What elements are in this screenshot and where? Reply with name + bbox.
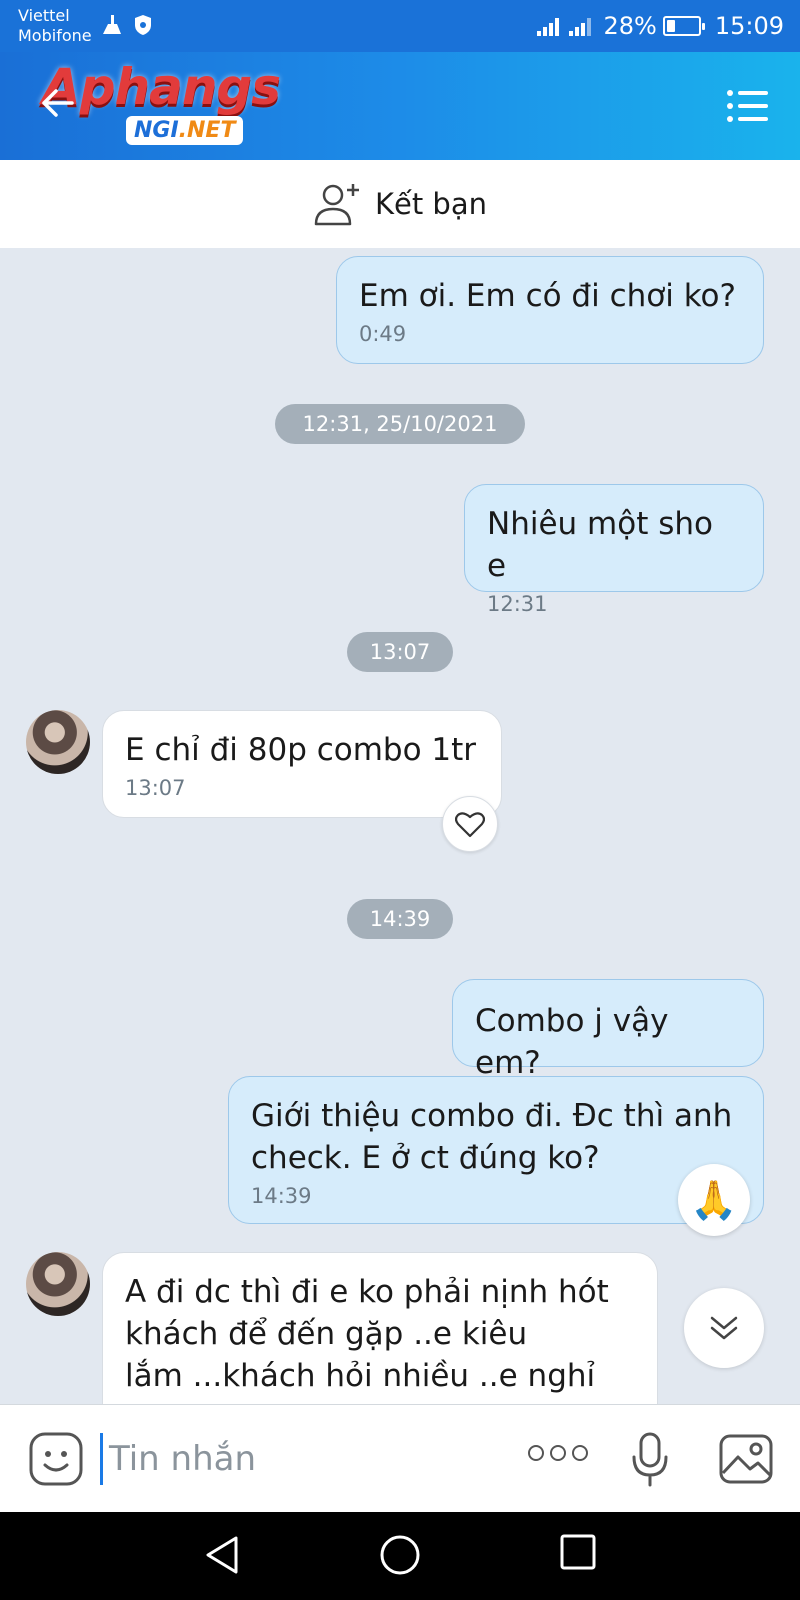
message-text: Em ơi. Em có đi chơi ko?: [359, 278, 736, 314]
add-friend-bar[interactable]: Kết bạn: [0, 160, 800, 248]
carrier-2: Mobifone: [18, 26, 92, 45]
sticker-icon[interactable]: [28, 1431, 84, 1487]
time-divider: 14:39: [347, 899, 453, 939]
app-header: Aphangs NGI.NET: [0, 52, 800, 160]
message-time: 14:39: [251, 1184, 312, 1208]
pray-reaction-icon[interactable]: 🙏: [678, 1164, 750, 1236]
message-time: 13:07: [125, 776, 186, 800]
system-nav-bar: [0, 1512, 800, 1600]
nav-back-icon[interactable]: [202, 1534, 242, 1576]
notification-icons: [100, 14, 152, 36]
more-icon[interactable]: [528, 1445, 588, 1461]
avatar[interactable]: [26, 710, 90, 774]
date-divider: 12:31, 25/10/2021: [275, 404, 525, 444]
signal-1-icon: [537, 16, 560, 36]
avatar[interactable]: [26, 1252, 90, 1316]
arrow-left-icon[interactable]: [40, 88, 74, 118]
carrier-1: Viettel: [18, 6, 70, 25]
clock: 15:09: [714, 12, 784, 40]
photo-icon[interactable]: [718, 1433, 774, 1485]
message-incoming[interactable]: A đi dc thì đi e ko phải nịnh hót khách …: [102, 1252, 658, 1404]
app-logo: Aphangs NGI.NET: [42, 58, 282, 148]
message-time: 0:49: [359, 322, 407, 346]
heart-react-button[interactable]: [442, 796, 498, 852]
time-divider: 13:07: [347, 632, 453, 672]
status-bar: Viettel Mobifone 28% 15:09: [0, 0, 800, 52]
battery-icon: [662, 16, 705, 36]
message-text-line-2: khách để đến gặp ..e kiêu: [125, 1316, 528, 1352]
message-input[interactable]: Tin nhắn: [100, 1433, 480, 1485]
message-outgoing[interactable]: Combo j vậy em?: [452, 979, 764, 1081]
menu-icon[interactable]: [726, 88, 770, 124]
microphone-icon[interactable]: [630, 1431, 670, 1489]
message-text-line-1: A đi dc thì đi e ko phải nịnh hót: [125, 1274, 609, 1310]
logo-text: Aphangs: [42, 58, 281, 116]
cleaner-icon: [103, 15, 121, 34]
message-incoming[interactable]: E chỉ đi 80p combo 1tr 13:07: [102, 710, 502, 818]
message-outgoing[interactable]: Nhiêu một sho e 12:31: [464, 484, 764, 616]
message-time: 12:31: [487, 592, 548, 616]
message-text-line-3: lắm ...khách hỏi nhiều ..e nghỉ nt: [125, 1358, 596, 1404]
scroll-down-button[interactable]: [684, 1288, 764, 1368]
nav-home-icon[interactable]: [379, 1534, 421, 1576]
signal-2-icon: [569, 16, 592, 36]
message-text: E chỉ đi 80p combo 1tr: [125, 732, 477, 768]
add-user-icon: [314, 184, 359, 226]
logo-badge: NGI.NET: [126, 116, 244, 145]
carrier-info: Viettel Mobifone: [18, 6, 92, 46]
shield-icon: [135, 15, 151, 35]
message-outgoing[interactable]: Em ơi. Em có đi chơi ko? 0:49: [336, 256, 764, 364]
message-text-line-2: check. E ở ct đúng ko?: [251, 1140, 600, 1176]
status-right: 28% 15:09: [537, 12, 784, 40]
message-text: Combo j vậy em?: [475, 1003, 669, 1081]
battery-percent: 28%: [603, 12, 657, 40]
message-text-line-1: Giới thiệu combo đi. Đc thì anh: [251, 1098, 733, 1134]
nav-recent-icon[interactable]: [560, 1534, 596, 1570]
heart-icon: [455, 812, 485, 838]
add-friend-label: Kết bạn: [374, 187, 487, 221]
message-text: Nhiêu một sho e: [487, 506, 713, 584]
chat-area[interactable]: Em ơi. Em có đi chơi ko? 0:49 12:31, 25/…: [0, 248, 800, 1404]
chevron-down-icon: [710, 1316, 738, 1340]
message-input-bar: Tin nhắn: [0, 1404, 800, 1512]
